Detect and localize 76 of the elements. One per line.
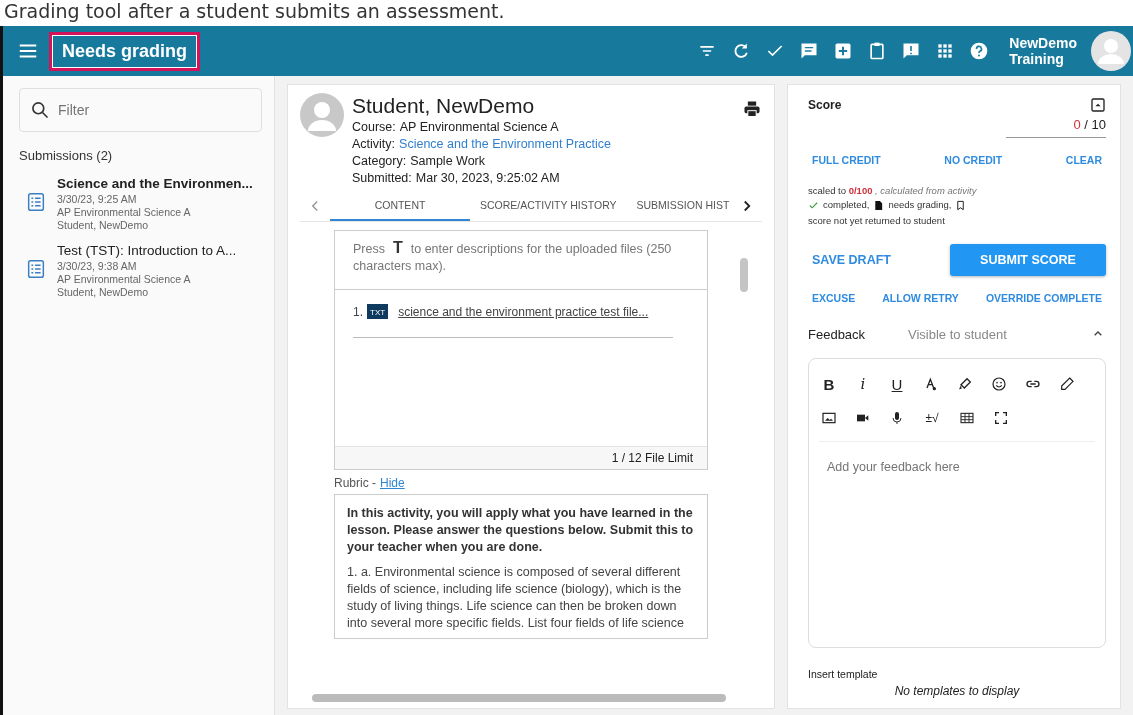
microphone-icon[interactable] — [889, 410, 905, 426]
save-draft-button[interactable]: SAVE DRAFT — [808, 249, 895, 271]
score-field[interactable]: 0 / 10 — [1006, 113, 1106, 138]
meta-label: Course: — [352, 120, 396, 134]
file-link[interactable]: science and the environment practice test file... — [398, 304, 649, 319]
rubric-label: Rubric - — [334, 476, 376, 490]
scaled-score: 0/100 — [848, 185, 873, 196]
meta-value: Mar 30, 2023, 9:25:02 AM — [415, 171, 560, 185]
hide-link[interactable]: Hide — [380, 476, 405, 490]
table-icon[interactable] — [959, 410, 975, 426]
italic-button[interactable]: i — [855, 375, 871, 393]
tab[interactable]: CONTENT — [330, 191, 470, 221]
feedback-editor[interactable]: B i U ±√ Add your feedback here — [808, 358, 1106, 648]
credit-button[interactable]: FULL CREDIT — [808, 150, 885, 170]
submission-item[interactable]: Science and the Environmen... 3/30/23, 9:25 AM AP Environmental Science A Student, NewDemo — [19, 175, 262, 232]
fullscreen-icon[interactable] — [993, 410, 1009, 426]
checklist-icon — [25, 191, 47, 213]
submission-item[interactable]: Test (TST): Introduction to A... 3/30/23, 9:38 AM AP Environmental Science A Student, NewDemo — [19, 242, 262, 299]
feedback-icon[interactable] — [901, 41, 922, 61]
avatar-icon — [300, 93, 344, 137]
highlighter-icon[interactable] — [957, 376, 973, 392]
feedback-title: Feedback — [808, 326, 867, 342]
credit-button[interactable]: NO CREDIT — [940, 150, 1007, 170]
credit-button[interactable]: CLEAR — [1061, 150, 1106, 170]
score-title: Score — [808, 98, 842, 112]
bold-button[interactable]: B — [821, 375, 837, 393]
hint-text: Press T to enter descriptions for the uploaded files (250 characters max). — [353, 239, 673, 275]
action-button[interactable]: EXCUSE — [808, 288, 860, 308]
print-icon[interactable] — [742, 99, 762, 119]
student-name: Student, NewDemo — [352, 93, 536, 119]
comment-icon[interactable] — [799, 41, 820, 61]
help-icon[interactable] — [969, 41, 990, 61]
meta-label: Category: — [352, 154, 407, 168]
file-type-icon: TXT — [367, 304, 389, 319]
empty-templates-text: No templates to display — [893, 684, 1021, 698]
submissions-heading: Submissions (2) — [19, 148, 114, 163]
checklist-icon — [25, 258, 47, 280]
scaled-note: , calculated from activity — [875, 185, 977, 196]
meta-value: Sample Work — [410, 154, 485, 168]
rubric-question: 1. a. Environmental science is composed of several different fields of science, including life science (biology), which is the study of living things. Life science can then be broken down into several more specific fields. List four fields of life science — [347, 564, 685, 632]
tab[interactable]: SCORE/ACTIVITY HISTORY — [470, 191, 627, 221]
action-button[interactable]: ALLOW RETRY — [878, 288, 963, 308]
caption-text: Grading tool after a student submits an assessment. — [3, 0, 506, 24]
template-label: Insert template — [808, 668, 879, 680]
collapse-icon[interactable] — [1090, 97, 1106, 113]
meta-label: Activity: — [352, 137, 396, 151]
status-text: needs grading, — [888, 198, 952, 212]
add-box-icon[interactable] — [833, 41, 854, 61]
status-text: score not yet returned to student — [808, 214, 945, 228]
document-icon — [873, 199, 885, 211]
activity-link[interactable]: Science and the Environment Practice — [399, 137, 611, 151]
pencil-icon[interactable] — [1059, 376, 1075, 392]
user-role: Training — [1009, 51, 1065, 67]
meta-value: AP Environmental Science A — [399, 120, 559, 134]
emoji-icon[interactable] — [991, 376, 1007, 392]
status-text: completed, — [823, 198, 870, 212]
rubric-intro: In this activity, you will apply what you have learned in the lesson. Please answer the questions below. Submit this to your teacher when you are done. — [347, 505, 695, 556]
meta-label: Submitted: — [352, 171, 412, 185]
image-icon[interactable] — [821, 410, 837, 426]
avatar-icon[interactable] — [1091, 31, 1131, 71]
tab[interactable]: SUBMISSION HIST — [626, 191, 732, 221]
user-name: NewDemo — [1009, 35, 1077, 51]
action-button[interactable]: OVERRIDE COMPLETE — [981, 288, 1106, 308]
math-button[interactable]: ±√ — [923, 411, 941, 425]
text-color-icon[interactable] — [923, 376, 939, 392]
filter-input[interactable]: Filter — [56, 101, 240, 119]
bookmark-icon — [955, 199, 967, 211]
file-limit-text: 1 / 12 File Limit — [611, 451, 693, 465]
underline-button[interactable]: U — [889, 375, 905, 393]
file-number: 1. — [353, 304, 363, 319]
page-title: Needs grading — [49, 31, 201, 71]
filter-field[interactable]: Filter — [19, 88, 262, 132]
scaled-label: scaled to — [808, 185, 847, 196]
search-icon — [30, 100, 50, 120]
checkmark-icon — [808, 199, 819, 211]
visibility-text: Visible to student — [908, 326, 1008, 342]
